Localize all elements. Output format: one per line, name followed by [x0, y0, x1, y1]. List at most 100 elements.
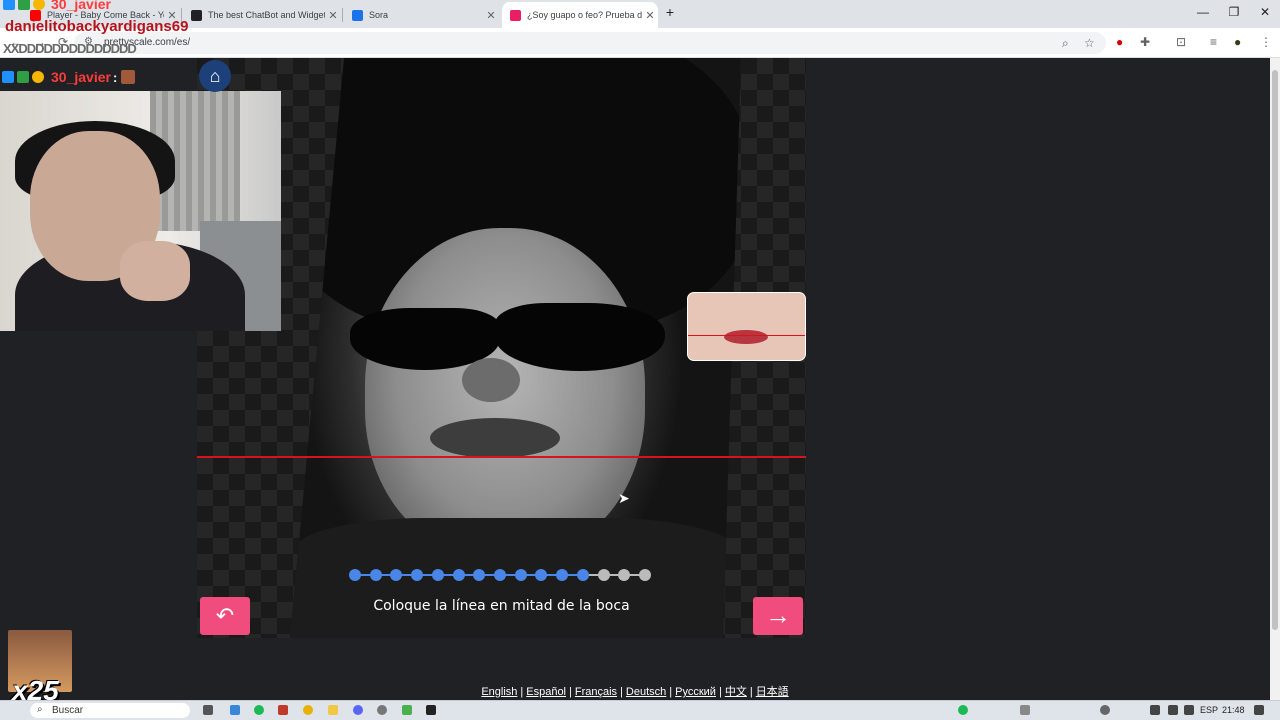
app-icon[interactable]: [278, 705, 288, 715]
progress-step-dot: [556, 569, 569, 581]
progress-step-dot: [452, 569, 465, 581]
tab-title: The best ChatBot and Widgets: [208, 10, 325, 20]
lang-russian[interactable]: Русский: [675, 686, 716, 698]
home-icon[interactable]: ⌂: [199, 60, 231, 92]
tab-chatbot-widgets[interactable]: The best ChatBot and Widgets ✕: [183, 2, 341, 28]
restore-icon[interactable]: ❐: [1219, 5, 1249, 19]
tray-spotify-icon[interactable]: [958, 705, 968, 715]
widgets-icon[interactable]: [230, 705, 240, 715]
reading-list-icon[interactable]: ≡: [1210, 35, 1217, 49]
reference-mouth-image: [687, 292, 806, 361]
chat-viewer-name: danielitobackyardigans69: [5, 18, 189, 35]
new-tab-button[interactable]: +: [660, 4, 680, 20]
lang-espanol[interactable]: Español: [526, 686, 566, 698]
spotify-icon[interactable]: [254, 705, 264, 715]
lang-separator: |: [620, 686, 623, 698]
lang-deutsch[interactable]: Deutsch: [626, 686, 666, 698]
chat-message: XXDDDDDDDDDDDDDD: [3, 41, 137, 56]
screenshot-icon[interactable]: ⊡: [1176, 35, 1186, 49]
tab-sora[interactable]: Sora ✕: [344, 2, 499, 28]
page-scrollbar[interactable]: [1270, 58, 1280, 700]
progress-step-dot: [494, 569, 506, 581]
opera-extension-icon[interactable]: ●: [1116, 35, 1123, 49]
sora-favicon-icon: [352, 9, 363, 21]
tray-app-icon[interactable]: [1100, 705, 1110, 715]
task-view-icon[interactable]: [203, 705, 213, 715]
reference-lips: [724, 330, 768, 344]
face-editor-stage[interactable]: Coloque la línea en mitad de la boca ↶ →: [197, 58, 806, 638]
step-progress: [349, 568, 653, 582]
chat-username: 30_javier: [51, 0, 111, 12]
webcam-streamer-hand: [120, 241, 190, 301]
chat-badge-icon: [17, 71, 29, 83]
close-tab-icon[interactable]: ✕: [483, 9, 499, 22]
tray-language[interactable]: ESP: [1200, 705, 1218, 715]
tab-title: ¿Soy guapo o feo? Prueba de a: [527, 10, 642, 20]
undo-button[interactable]: ↶: [200, 597, 250, 635]
progress-step-dot: [576, 569, 589, 581]
terminal-icon[interactable]: [426, 705, 436, 715]
search-placeholder: Buscar: [52, 705, 84, 716]
webcam-feed: [0, 91, 281, 331]
browser-tab-bar: Player - Baby Come Back - You ✕ The best…: [0, 0, 1280, 28]
next-button[interactable]: →: [753, 597, 803, 635]
obs-icon[interactable]: [377, 705, 387, 715]
menu-kebab-icon[interactable]: ⋮: [1260, 35, 1272, 49]
close-window-icon[interactable]: ✕: [1250, 5, 1280, 19]
lang-chinese[interactable]: 中文: [725, 686, 747, 698]
tab-prettyscale[interactable]: ¿Soy guapo o feo? Prueba de a ✕: [502, 2, 658, 28]
tray-clock[interactable]: 21:48: [1222, 705, 1245, 715]
discord-icon[interactable]: [353, 705, 363, 715]
chat-emote-icon: [121, 70, 136, 84]
lang-english[interactable]: English: [481, 686, 517, 698]
language-links: English | Español | Français | Deutsch | Русский…: [0, 683, 1270, 699]
profile-avatar-icon[interactable]: ●: [1234, 35, 1241, 49]
taskbar-search-input[interactable]: ⌕ Buscar: [30, 703, 190, 718]
chat-username: 30_javier: [51, 69, 111, 85]
file-explorer-icon[interactable]: [328, 705, 338, 715]
undo-icon: ↶: [215, 603, 235, 628]
minecraft-icon[interactable]: [402, 705, 412, 715]
progress-step-dot: [369, 569, 382, 581]
lang-separator: |: [669, 686, 673, 698]
prettyscale-favicon-icon: [510, 9, 521, 21]
tray-microphone-icon[interactable]: [1150, 705, 1160, 715]
progress-step-dot: [618, 569, 631, 581]
progress-step-dot: [597, 569, 610, 581]
windows-taskbar: ⌕ Buscar ESP 21:48: [0, 700, 1280, 720]
mouth-guide-line[interactable]: [197, 456, 806, 458]
tray-network-icon[interactable]: [1168, 705, 1178, 715]
tab-divider: [342, 8, 343, 22]
zoom-icon[interactable]: ⌕: [1062, 36, 1069, 51]
reference-guide-line: [688, 335, 805, 336]
lang-francais[interactable]: Français: [575, 686, 617, 698]
tray-app-icon[interactable]: [1020, 705, 1030, 715]
chat-colon: :: [112, 69, 118, 85]
chat-badge-icon: [18, 0, 30, 10]
lang-separator: |: [718, 686, 722, 698]
close-tab-icon[interactable]: ✕: [642, 9, 658, 22]
address-bar[interactable]: ⚙ prettyscale.com/es/ ⌕ ☆: [74, 32, 1106, 54]
progress-step-dot: [349, 569, 361, 581]
lang-separator: |: [520, 686, 524, 698]
minimize-icon[interactable]: —: [1188, 5, 1218, 19]
progress-step-dot: [411, 569, 424, 581]
face-photo: [290, 58, 741, 638]
scrollbar-thumb[interactable]: [1272, 70, 1278, 630]
lang-japanese[interactable]: 日本語: [756, 686, 789, 698]
chat-badge-icon: [2, 71, 14, 83]
bookmark-star-icon[interactable]: ☆: [1084, 36, 1095, 50]
progress-step-dot: [390, 569, 403, 581]
progress-step-dot: [639, 569, 651, 581]
lang-separator: |: [569, 686, 572, 698]
close-tab-icon[interactable]: ✕: [325, 9, 341, 22]
extensions-puzzle-icon[interactable]: ✚: [1140, 35, 1150, 49]
notifications-icon[interactable]: [1254, 705, 1264, 715]
mouse-cursor-icon: ➤: [618, 490, 630, 506]
chrome-icon[interactable]: [303, 705, 313, 715]
chat-badge-icon: [33, 0, 45, 10]
progress-fill: [355, 574, 583, 576]
tray-volume-icon[interactable]: [1184, 705, 1194, 715]
instruction-text: Coloque la línea en mitad de la boca: [373, 598, 630, 614]
search-icon: ⌕: [37, 704, 43, 715]
